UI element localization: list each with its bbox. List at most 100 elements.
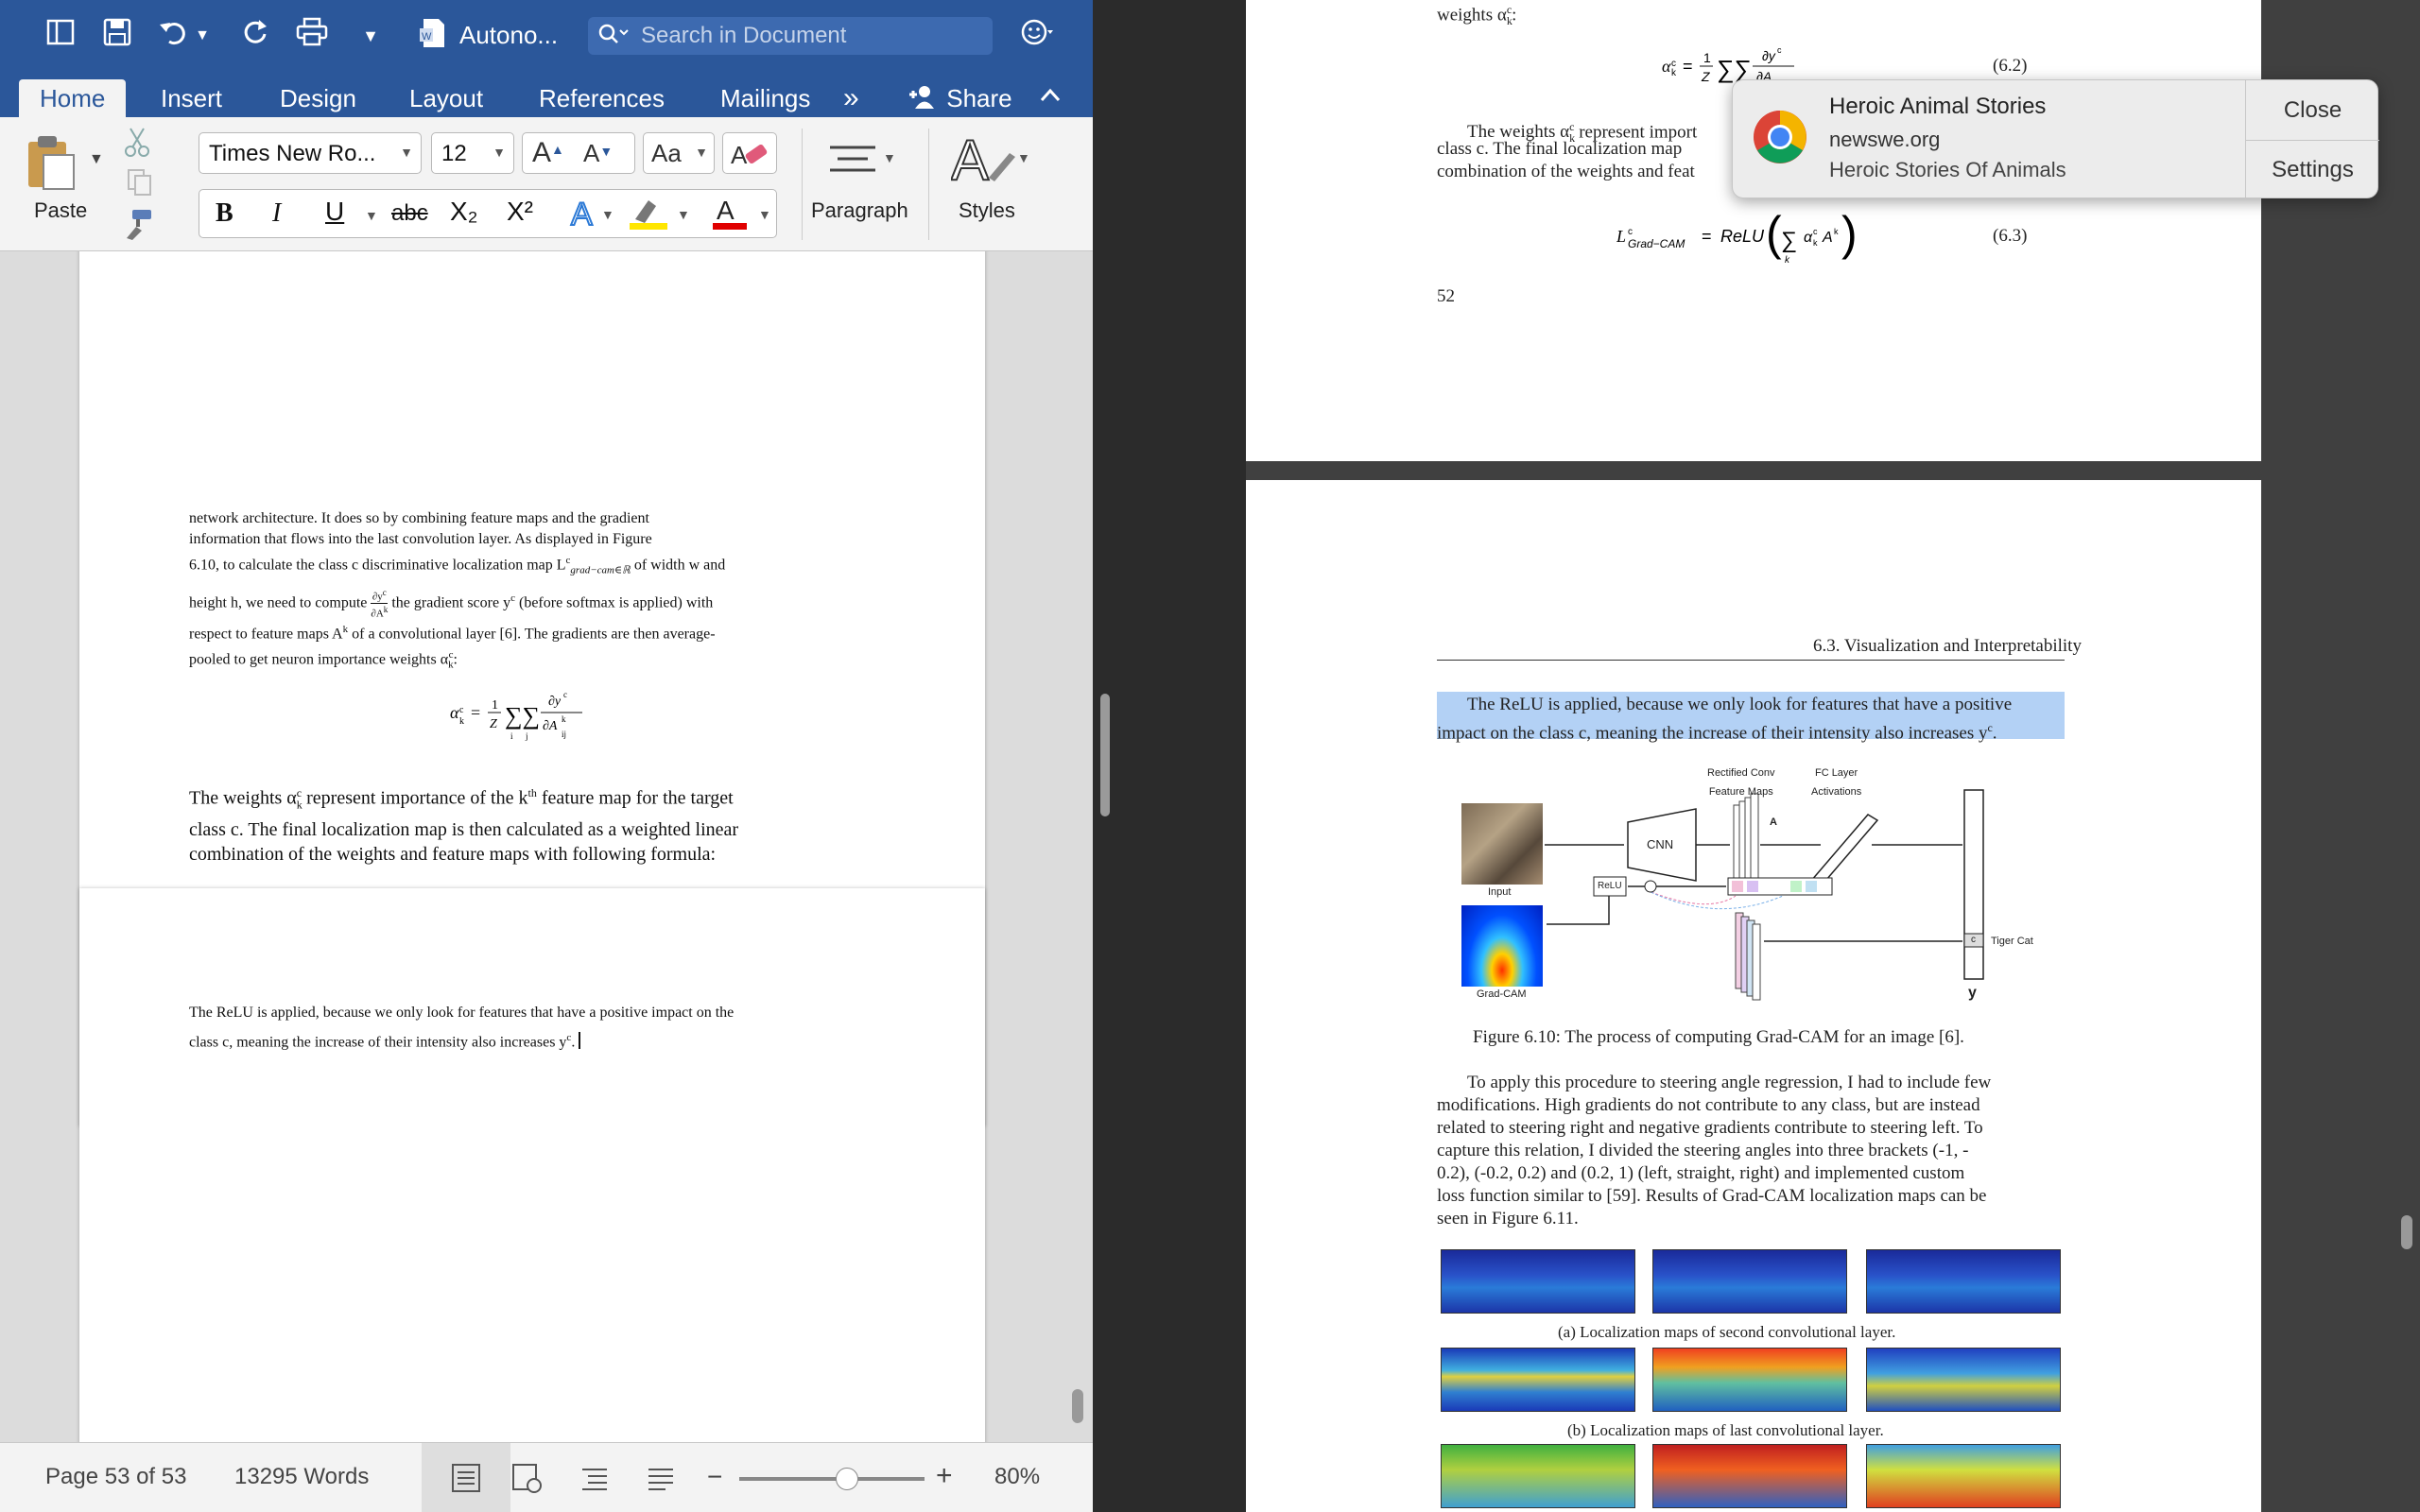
- bold-button[interactable]: B: [216, 198, 233, 229]
- copy-icon[interactable]: [127, 168, 153, 201]
- strikethrough-button[interactable]: abc: [391, 200, 428, 227]
- svg-text:Grad−CAM: Grad−CAM: [1628, 237, 1685, 250]
- print-layout-button[interactable]: [422, 1443, 510, 1512]
- ribbon-divider: [802, 129, 803, 240]
- svg-text:A: A: [731, 141, 748, 169]
- document-title: Autono...: [459, 21, 559, 49]
- superscript-button[interactable]: X²: [507, 197, 533, 227]
- svg-text:ReLU: ReLU: [1720, 227, 1765, 246]
- draft-view-icon[interactable]: [645, 1462, 677, 1499]
- eraser-icon: A: [731, 141, 768, 169]
- equation-number: (6.3): [1993, 226, 2028, 246]
- font-name-value: Times New Ro...: [209, 141, 376, 166]
- svg-text:=: =: [1683, 57, 1693, 76]
- sidebar-toggle-icon[interactable]: [42, 17, 79, 55]
- font-color-icon[interactable]: A ▼: [711, 193, 777, 237]
- pdf-text: 0.2), (-0.2, 0.2) and (0.2, 1) (left, st…: [1437, 1163, 1965, 1183]
- search-field[interactable]: Search in Document: [588, 17, 993, 55]
- undo-icon[interactable]: [155, 17, 193, 55]
- svg-text:k: k: [562, 714, 566, 724]
- underline-dropdown-icon[interactable]: ▼: [365, 208, 378, 223]
- split-view-divider[interactable]: [1093, 0, 1246, 1512]
- notification-close-button[interactable]: Close: [2246, 80, 2379, 140]
- localization-map-image: [1866, 1249, 2061, 1314]
- svg-text:Z: Z: [1701, 69, 1710, 84]
- localization-map-image: [1866, 1348, 2061, 1412]
- redo-icon[interactable]: [236, 17, 274, 55]
- zoom-in-button[interactable]: +: [936, 1460, 953, 1492]
- format-painter-icon[interactable]: [123, 208, 155, 245]
- svg-text:c: c: [1813, 227, 1818, 236]
- styles-icon[interactable]: A ▼: [950, 128, 1030, 198]
- tiger-cat-label: Tiger Cat: [1991, 936, 2033, 947]
- change-case-button[interactable]: Aa ▼: [643, 132, 715, 174]
- italic-button[interactable]: I: [272, 198, 281, 229]
- word-count[interactable]: 13295 Words: [234, 1464, 369, 1490]
- highlighter-icon[interactable]: ▼: [628, 195, 694, 235]
- underline-button[interactable]: U: [325, 197, 344, 227]
- svg-text:c: c: [459, 705, 464, 715]
- share-button[interactable]: Share: [908, 79, 1012, 117]
- outline-view-icon[interactable]: [579, 1462, 611, 1499]
- undo-dropdown-icon[interactable]: ▼: [193, 17, 212, 55]
- add-person-icon: [908, 84, 946, 112]
- more-tabs-button[interactable]: »: [843, 79, 859, 117]
- zoom-slider[interactable]: [739, 1468, 925, 1490]
- subscript-button[interactable]: X₂: [450, 197, 478, 227]
- share-label: Share: [946, 84, 1012, 112]
- svg-text:=: =: [1702, 227, 1712, 246]
- pdf-scrollbar-thumb[interactable]: [2401, 1215, 2412, 1249]
- rectified-conv-label: Rectified Conv Feature Maps: [1707, 767, 1775, 798]
- paragraph-line: 6.10, to calculate the class c discrimin…: [189, 555, 726, 576]
- tab-insert[interactable]: Insert: [161, 79, 222, 117]
- pdf-text: combination of the weights and feat: [1437, 162, 1695, 181]
- font-size-select[interactable]: 12 ▼: [431, 132, 514, 174]
- clear-formatting-button[interactable]: A: [722, 132, 777, 174]
- chrome-notification[interactable]: Heroic Animal Stories newswe.org Heroic …: [1732, 79, 2379, 199]
- zoom-out-button[interactable]: −: [707, 1462, 722, 1492]
- ribbon-divider: [928, 129, 929, 240]
- document-canvas[interactable]: network architecture. It does so by comb…: [0, 251, 1093, 1442]
- text-effects-icon[interactable]: A ▼: [569, 195, 618, 235]
- customize-toolbar-icon[interactable]: ▼: [352, 17, 389, 55]
- paragraph-line: pooled to get neuron importance weights …: [189, 648, 458, 671]
- grow-font-button[interactable]: A▲: [532, 137, 564, 169]
- paragraph-line: respect to feature maps Ak of a convolut…: [189, 623, 716, 642]
- svg-text:α: α: [450, 703, 459, 722]
- chrome-icon: [1752, 109, 1808, 170]
- svg-text:k: k: [1671, 68, 1677, 78]
- svg-text:=: =: [471, 703, 480, 722]
- pdf-page-number: 52: [1437, 286, 1455, 306]
- subfigure-caption-a: (a) Localization maps of second convolut…: [1558, 1323, 1896, 1341]
- localization-map-image: [1441, 1348, 1635, 1412]
- search-icon: [597, 23, 631, 54]
- pdf-viewer[interactable]: weights αkc: α c k = 1 Z ∑∑ ∂y c ∂A (6.2) The wei…: [1246, 0, 2420, 1512]
- zoom-level[interactable]: 80%: [994, 1464, 1040, 1490]
- web-layout-icon[interactable]: [510, 1462, 543, 1499]
- tab-design[interactable]: Design: [280, 79, 356, 117]
- svg-text:▼: ▼: [601, 207, 614, 222]
- document-page[interactable]: The ReLU is applied, because we only loo…: [79, 888, 985, 1442]
- paste-icon[interactable]: [25, 132, 78, 198]
- cut-icon[interactable]: [123, 127, 153, 163]
- collapse-ribbon-icon[interactable]: [1038, 81, 1063, 116]
- split-view-handle[interactable]: [1100, 694, 1110, 816]
- notification-settings-button[interactable]: Settings: [2246, 140, 2379, 199]
- paragraph-icon[interactable]: ▼: [826, 140, 896, 192]
- vertical-scrollbar-thumb[interactable]: [1072, 1389, 1083, 1423]
- cnn-label: CNN: [1647, 837, 1674, 851]
- tab-references[interactable]: References: [539, 79, 665, 117]
- save-icon[interactable]: [98, 17, 136, 55]
- zoom-slider-thumb[interactable]: [835, 1468, 858, 1490]
- print-icon[interactable]: [293, 17, 331, 55]
- svg-text:W: W: [422, 31, 432, 43]
- tab-home[interactable]: Home: [19, 79, 127, 117]
- page-count[interactable]: Page 53 of 53: [45, 1464, 186, 1490]
- font-name-select[interactable]: Times New Ro... ▼: [199, 132, 422, 174]
- smiley-feedback-icon[interactable]: [1019, 17, 1057, 55]
- header-rule: [1437, 660, 2065, 661]
- shrink-font-button[interactable]: A▼: [583, 139, 613, 168]
- tab-layout[interactable]: Layout: [409, 79, 483, 117]
- tab-mailings[interactable]: Mailings: [720, 79, 810, 117]
- paste-dropdown-icon[interactable]: ▼: [89, 151, 104, 168]
